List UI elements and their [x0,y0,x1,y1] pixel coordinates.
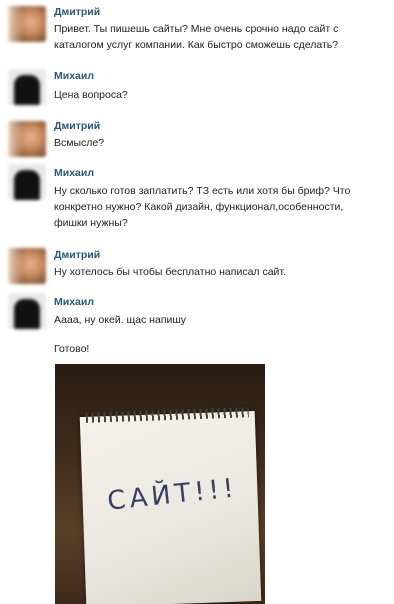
message-photo[interactable]: САЙТ!!! [55,364,265,604]
message-text: Цена вопроса? [54,89,128,101]
message-text: Готово! [54,343,90,355]
message-author[interactable]: Михаил [54,167,94,179]
message-text: Ну сколько готов заплатить? ТЗ есть или … [54,185,351,229]
message-author[interactable]: Михаил [54,296,94,308]
message-author[interactable]: Михаил [54,70,94,82]
avatar[interactable] [8,69,46,105]
message-text: Ну хотелось бы чтобы бесплатно написал с… [54,266,286,278]
message-author[interactable]: Дмитрий [54,249,100,261]
avatar[interactable] [8,6,46,42]
paper-handwriting: САЙТ!!! [106,473,239,517]
avatar[interactable] [8,248,46,284]
avatar[interactable] [8,164,46,200]
avatar[interactable] [8,293,46,329]
message-text: Привет. Ты пишешь сайты? Мне очень срочн… [54,23,339,51]
notepad-image: САЙТ!!! [79,407,262,604]
message-author[interactable]: Дмитрий [54,120,100,132]
notepad-spiral [85,407,249,423]
avatar[interactable] [8,121,46,157]
message-text: Всмысле? [54,137,105,149]
message-text: Аааа, ну окей. щас напишу [54,314,187,326]
chat-conversation: Дмитрий Привет. Ты пишешь сайты? Мне оче… [0,0,394,604]
message-author[interactable]: Дмитрий [54,6,100,18]
